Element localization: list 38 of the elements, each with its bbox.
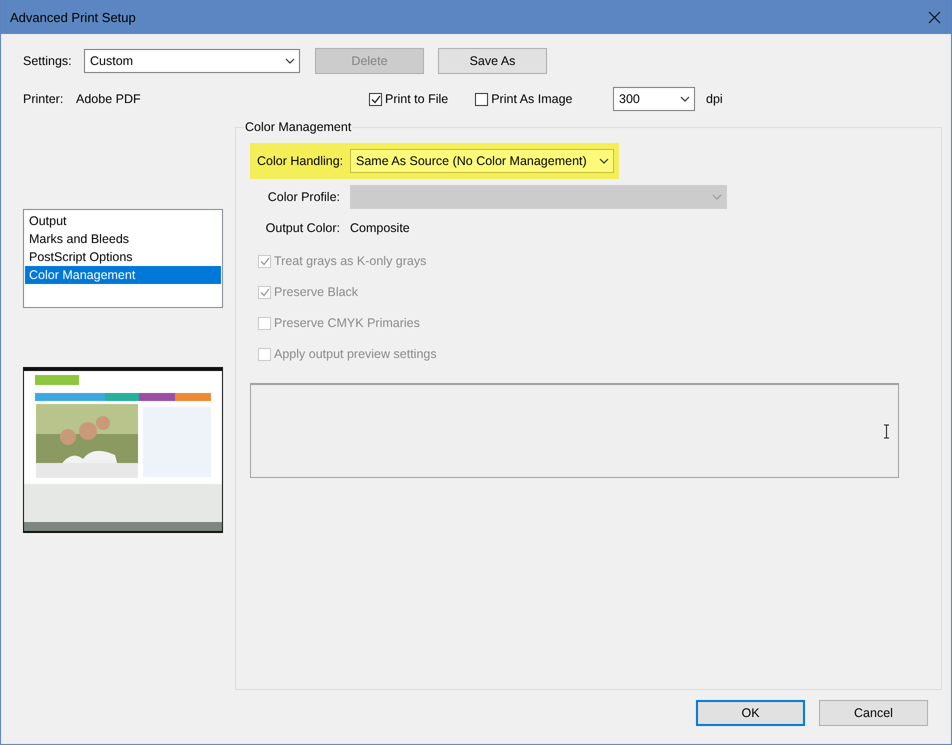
checkbox[interactable] [475,92,488,106]
checkbox[interactable] [369,92,382,106]
category-item[interactable]: Color Management [25,266,221,284]
settings-dropdown[interactable]: Custom [84,49,300,73]
resolution-dropdown[interactable]: 300 [613,87,695,111]
text-area[interactable] [250,383,899,478]
category-item[interactable]: Marks and Bleeds [25,230,221,248]
checkbox-label: Treat grays as K-only grays [274,254,426,268]
output-color-value: Composite [350,221,410,235]
caret-icon [680,96,690,102]
group-title: Color Management [244,120,352,134]
field-label: Color Profile: [266,190,340,204]
color-handling-dropdown[interactable]: Same As Source (No Color Management) [350,149,614,173]
checkbox-label: Print As Image [491,92,573,106]
dialog-button[interactable]: Cancel [819,700,928,726]
checkbox-label: Print to File [385,92,448,106]
checkbox-label: Preserve CMYK Primaries [274,316,420,330]
check-icon [260,288,270,296]
resolution-unit: dpi [706,92,723,106]
category-item[interactable]: Output [25,212,221,230]
text-cursor-icon [883,424,890,438]
checkbox-label: Apply output preview settings [274,347,437,361]
checkbox-label: Preserve Black [274,285,358,299]
printer-label: Printer: [23,92,64,106]
caret-icon [285,58,295,64]
check-icon [370,94,380,104]
field-label: Output Color: [264,221,340,235]
window-title: Advanced Print Setup [10,10,136,24]
close-icon[interactable] [928,10,941,24]
dialog-button[interactable]: OK [696,700,805,726]
category-item[interactable]: PostScript Options [25,248,221,266]
check-icon [260,256,270,266]
settings-label: Settings: [23,54,73,68]
caret-icon [599,158,609,164]
field-label: Color Handling: [257,154,340,168]
settings-button[interactable]: Save As [438,48,547,74]
printer-name: Adobe PDF [76,92,142,106]
caret-icon [712,194,722,200]
